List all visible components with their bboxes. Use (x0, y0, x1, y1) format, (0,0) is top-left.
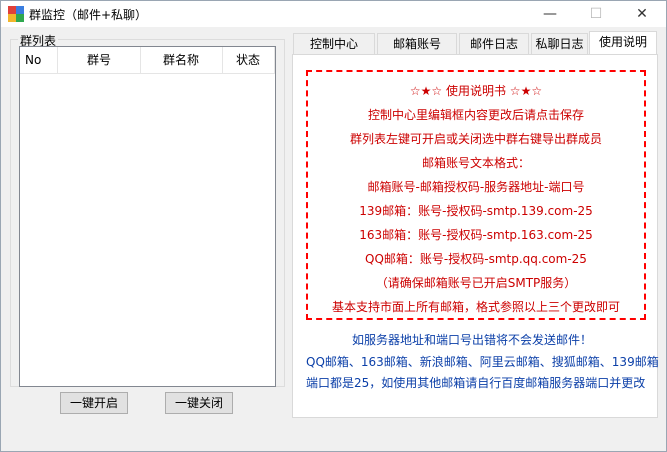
app-icon (8, 6, 24, 22)
instruction-line: QQ邮箱：账号-授权码-smtp.qq.com-25 (365, 252, 587, 266)
instruction-line: 139邮箱：账号-授权码-smtp.139.com-25 (359, 204, 593, 218)
title-bar: 群监控（邮件+私聊） — ☐ ✕ (1, 1, 666, 27)
column-header-no[interactable]: No (20, 47, 58, 73)
column-header-group-id[interactable]: 群号 (58, 47, 141, 73)
maximize-button[interactable]: ☐ (573, 1, 619, 27)
tab-email-log[interactable]: 邮件日志 (459, 33, 529, 55)
tab-control-center[interactable]: 控制中心 (293, 33, 375, 55)
close-button[interactable]: ✕ (619, 1, 665, 27)
minimize-button[interactable]: — (527, 1, 573, 27)
group-list-table[interactable]: No 群号 群名称 状态 (19, 46, 276, 387)
instruction-line: 邮箱账号文本格式： (421, 156, 530, 170)
instruction-line: 控制中心里编辑框内容更改后请点击保存 (367, 108, 584, 122)
instruction-line: 群列表左键可开启或关闭选中群右键导出群成员 (349, 132, 602, 146)
start-all-button[interactable]: 一键开启 (60, 392, 128, 414)
column-header-group-name[interactable]: 群名称 (140, 47, 223, 73)
tab-email-accounts[interactable]: 邮箱账号 (377, 33, 457, 55)
table-header: No 群号 群名称 状态 (20, 47, 275, 74)
server-warning-text: 如服务器地址和端口号出错将不会发送邮件！ (352, 333, 593, 347)
instruction-line: 邮箱账号-邮箱授权码-服务器地址-端口号 (367, 180, 585, 194)
instructions-heading: ☆★☆ 使用说明书 ☆★☆ (409, 84, 543, 98)
port-note-text: 端口都是25，如使用其他邮箱请自行百度邮箱服务器端口并更改 (306, 376, 646, 390)
tab-private-chat-log[interactable]: 私聊日志 (531, 33, 588, 55)
supported-mailboxes-text: QQ邮箱、163邮箱、新浪邮箱、阿里云邮箱、搜狐邮箱、139邮箱 (306, 355, 659, 369)
stop-all-button[interactable]: 一键关闭 (165, 392, 233, 414)
window-title: 群监控（邮件+私聊） (29, 8, 148, 22)
tab-instructions[interactable]: 使用说明 (589, 31, 657, 55)
instruction-line: 基本支持市面上所有邮箱，格式参照以上三个更改即可 (331, 300, 620, 314)
instruction-line: （请确保邮箱账号已开启SMTP服务） (375, 276, 577, 290)
instructions-box: ☆★☆ 使用说明书 ☆★☆ 控制中心里编辑框内容更改后请点击保存 群列表左键可开… (306, 70, 646, 320)
instruction-line: 163邮箱：账号-授权码-smtp.163.com-25 (359, 228, 593, 242)
column-header-status[interactable]: 状态 (222, 47, 275, 73)
